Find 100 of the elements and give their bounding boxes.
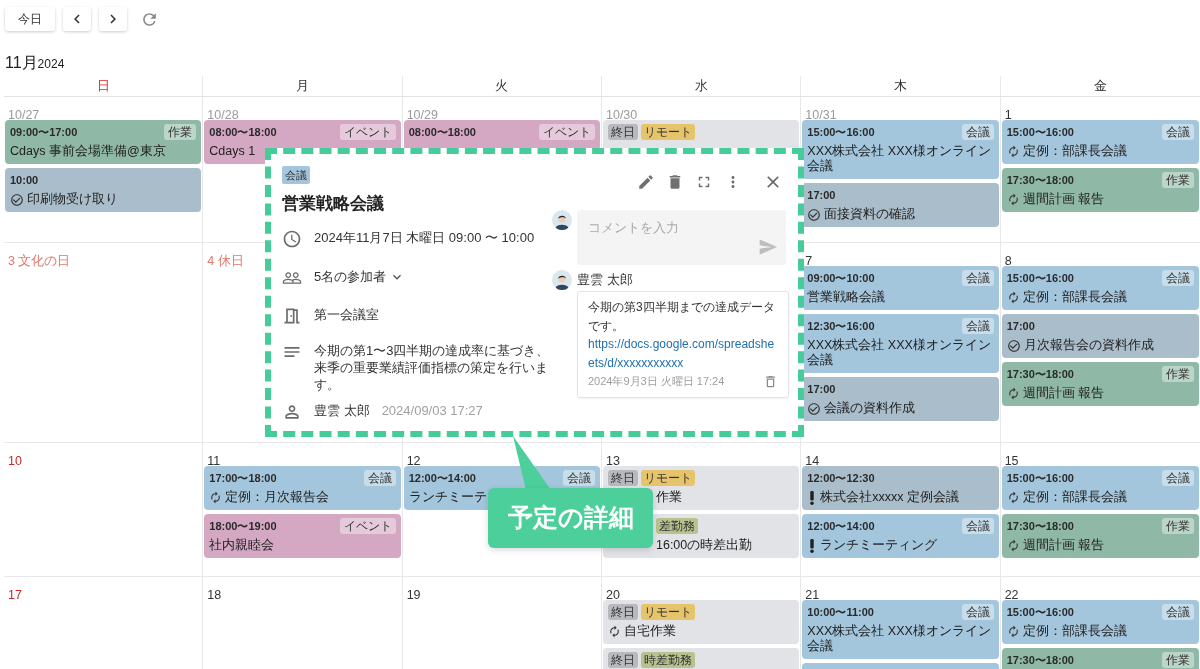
event-title: 週間計画 報告 (1022, 386, 1106, 401)
event-title: XXX株式会社 XXX様オンライン会議 (807, 338, 992, 368)
event-title: 定例：部課長会議 (1022, 290, 1128, 305)
event-time: 17:00 (1006, 319, 1035, 334)
event-time: 15:00〜16:00 (807, 125, 875, 140)
created-time: 2024/09/03 17:27 (381, 402, 483, 420)
event-label: 終日 (608, 470, 638, 486)
event-title: ランチミーティング (820, 538, 939, 553)
event-time: 17:30〜18:00 (1006, 519, 1074, 534)
weekday-label: 金 (1093, 78, 1107, 94)
day-label: 13 (606, 454, 620, 468)
event-datetime: 2024年11月7日 木曜日 09:00 〜 10:00 (314, 229, 535, 247)
event-time: 15:00〜16:00 (1006, 271, 1074, 286)
description-text: 今期の第1〜3四半期の達成率に基づき、来季の重要業績評価指標の策定を行います。 (314, 342, 551, 393)
event-title: 16:00の時差出勤 (656, 538, 754, 553)
event-label: リモート (641, 604, 695, 620)
creator-name: 豊雲 太郎 (314, 402, 370, 420)
event-time: 15:00〜16:00 (1006, 125, 1074, 140)
event-time: 15:00〜16:00 (1006, 471, 1074, 486)
event-label: 時差勤務 (641, 652, 695, 668)
day-label: 10/27 (8, 108, 40, 122)
weekday-label: 月 (296, 78, 309, 94)
day-label: 14 (805, 454, 820, 468)
category-tag: 会議 (1162, 270, 1194, 286)
event-title: 印刷物受け取り (27, 192, 119, 207)
event-time: 17:00〜18:00 (209, 471, 277, 486)
event-label: 差勤務 (656, 518, 698, 534)
event-time: 10:00〜11:00 (807, 605, 874, 620)
event-time: 10:00 (10, 173, 39, 188)
day-label: 7 (805, 254, 813, 268)
category-tag: 作業 (1162, 172, 1194, 188)
day-label: 1 (1004, 108, 1012, 122)
event-title: 自宅作業 (624, 624, 677, 639)
event-time: 17:30〜18:00 (1006, 173, 1074, 188)
event-title: 株式会社xxxxx 定例会議 (820, 490, 961, 505)
category-tag: 会議 (961, 518, 994, 534)
weekday-label: 火 (495, 78, 509, 94)
event-label: 終日 (608, 124, 638, 140)
category-tag: 作業 (1162, 518, 1194, 534)
event-title: 社内親睦会 (209, 538, 276, 553)
day-label: 15 (1004, 454, 1019, 468)
event-title: 会議の資料作成 (824, 401, 917, 416)
event-time: 09:00〜10:00 (807, 271, 875, 286)
event-title: Cdays 事前会場準備@東京 (10, 144, 167, 159)
category-tag: 会議 (961, 124, 994, 140)
event-label: 終日 (608, 652, 638, 668)
event-title: 週間計画 報告 (1022, 192, 1106, 207)
event-time: 12:00〜12:30 (807, 471, 875, 486)
day-label: 18 (207, 588, 222, 602)
event-time: 17:30〜18:00 (1006, 367, 1074, 382)
category-tag: 会議 (961, 270, 994, 286)
event-title: XXX株式会社 XXX様オンライン会議 (807, 144, 992, 174)
weekday-label: 水 (694, 78, 708, 94)
event-time: 17:00 (807, 188, 836, 203)
event-label: リモート (641, 124, 695, 140)
event-title: ランチミーテ (408, 490, 488, 505)
day-label: 10/31 (805, 108, 837, 122)
day-label: 10 (8, 454, 22, 468)
comment-text: 今期の第3四半期までの達成データです。 (588, 299, 776, 335)
event-title: 定例：月次報告会 (225, 490, 331, 505)
day-label: 22 (1004, 588, 1019, 602)
event-title: 作業 (656, 490, 683, 505)
event-time: 17:30〜18:00 (1006, 653, 1074, 668)
event-time: 15:00〜16:00 (1006, 605, 1074, 620)
category-tag: 作業 (1162, 652, 1194, 668)
event-time: 12:00〜14:00 (807, 519, 875, 534)
event-time: 12:30〜16:00 (807, 319, 875, 334)
day-label: 3 文化の日 (8, 254, 71, 268)
day-label: 10/28 (207, 108, 239, 122)
event-time: 09:00〜17:00 (10, 125, 78, 140)
month-title: 11月 (5, 53, 38, 73)
event-title: 週間計画 報告 (1022, 538, 1106, 553)
day-label: 11 (207, 454, 221, 468)
event-title: Cdays 1 (209, 144, 257, 159)
day-label: 10/30 (606, 108, 638, 122)
comment-time: 2024年9月3日 火曜日 17:24 (588, 374, 725, 389)
category-tag: イベント (339, 124, 396, 140)
category-tag: 会議 (1162, 124, 1194, 140)
day-label: 17 (8, 588, 22, 602)
event-title: 月次報告会の資料作成 (1023, 338, 1155, 353)
event-title: 定例：部課長会議 (1022, 624, 1128, 639)
category-tag: 会議 (282, 166, 310, 184)
day-label: 12 (406, 454, 421, 468)
category-tag: 会議 (1162, 470, 1194, 486)
weekday-label: 木 (894, 78, 907, 94)
category-tag: イベント (339, 518, 396, 534)
event-time: 12:00〜14:00 (408, 471, 476, 486)
event-title: 定例：部課長会議 (1022, 490, 1128, 505)
event-time: 08:00〜18:00 (209, 125, 277, 140)
weekday-label: 日 (96, 78, 110, 94)
day-label: 20 (606, 588, 620, 602)
category-tag: 会議 (363, 470, 396, 486)
day-label: 21 (805, 588, 820, 602)
event-time: 08:00〜18:00 (408, 125, 476, 140)
category-tag: 会議 (563, 470, 595, 486)
year-label: 2024 (37, 57, 65, 73)
event-title: 営業戦略会議 (282, 193, 385, 215)
event-title: 定例：部課長会議 (1022, 144, 1128, 159)
room-name: 第一会議室 (314, 306, 379, 324)
comment-author: 豊雲 太郎 (577, 271, 633, 289)
